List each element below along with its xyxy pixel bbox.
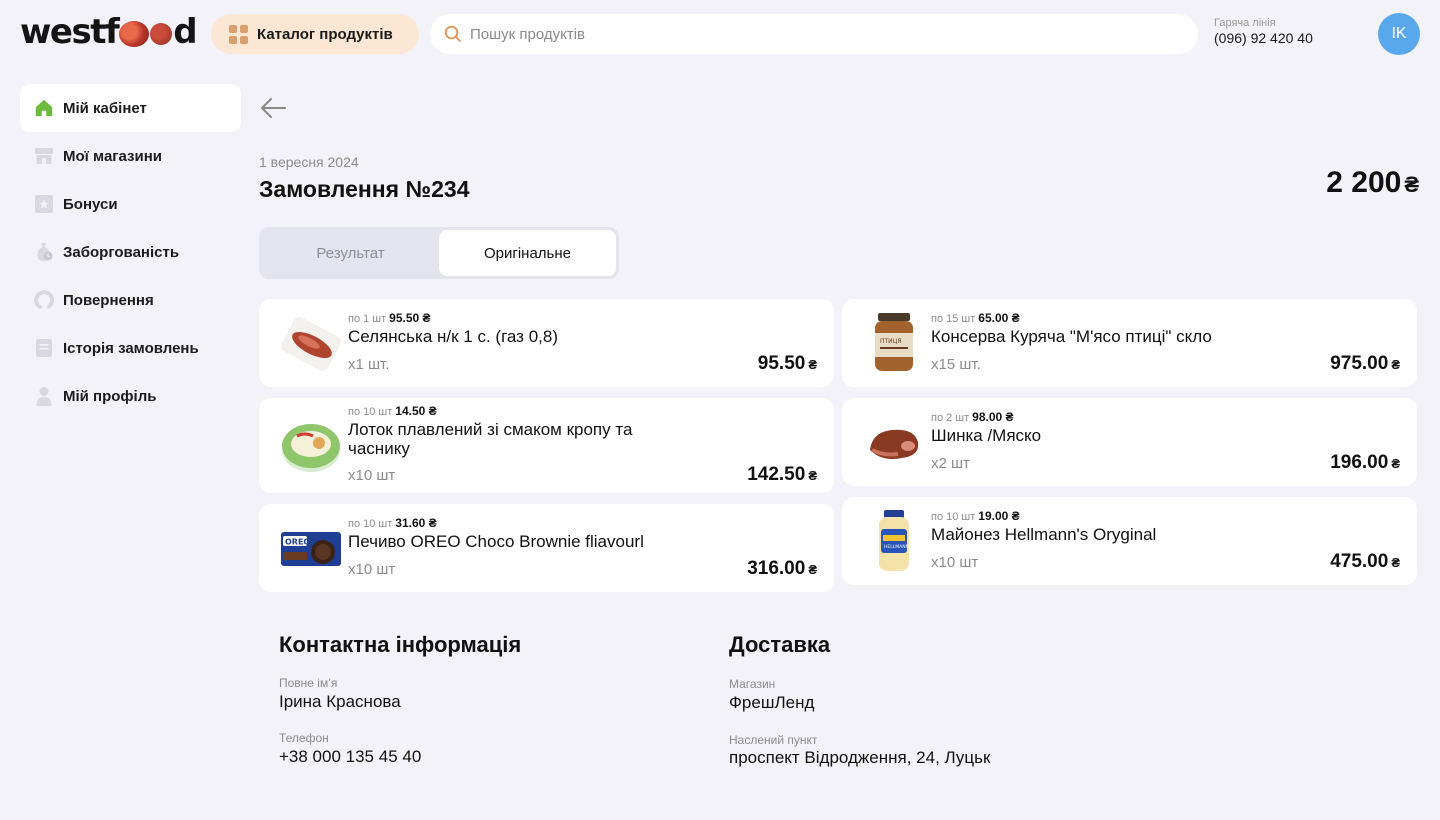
contact-section-title: Контактна інформація (279, 632, 522, 657)
sidebar-item-cabinet[interactable]: Мій кабінет (20, 84, 241, 132)
sidebar-item-label: Мій профіль (63, 387, 157, 405)
sidebar-item-profile[interactable]: Мій профіль (20, 372, 241, 420)
item-quantity: x1 шт. (348, 356, 390, 373)
logo-meat-icon (119, 21, 150, 47)
item-unit-price: по 2 шт 98.00 ₴ (931, 410, 1014, 424)
bonus-icon (34, 194, 54, 214)
mayo-image: HELLMANN'S (862, 509, 926, 573)
tab-result[interactable]: Результат (262, 230, 439, 276)
tab-original[interactable]: Оригінальне (439, 230, 616, 276)
svg-text:OREO: OREO (285, 538, 310, 547)
search-input[interactable] (470, 25, 1170, 43)
store-icon (34, 146, 54, 166)
item-quantity: x2 шт (931, 455, 970, 472)
item-total-price: 475.00 ₴ (1330, 551, 1400, 572)
svg-text:HELLMANN'S: HELLMANN'S (884, 544, 913, 550)
item-name: Селянська н/к 1 с. (газ 0,8) (348, 327, 558, 346)
order-item-card[interactable]: OREO по 10 шт 31.60 ₴ Печиво OREO Choco B… (259, 504, 834, 592)
order-date: 1 вересня 2024 (259, 154, 359, 170)
order-item-card[interactable]: HELLMANN'S по 10 шт 19.00 ₴ Майонез Hellm… (842, 497, 1417, 585)
avatar[interactable]: IK (1378, 13, 1420, 55)
item-name: Печиво OREO Choco Brownie fliavourl (348, 532, 644, 551)
sidebar-item-debt[interactable]: Заборгованість (20, 228, 241, 276)
item-total-price: 196.00 ₴ (1330, 452, 1400, 473)
sidebar-item-label: Повернення (63, 291, 154, 309)
sidebar-item-label: Історія замовлень (63, 339, 199, 357)
item-total-price: 316.00 ₴ (747, 558, 817, 579)
order-item-card[interactable]: ПТИЦЯ по 15 шт 65.00 ₴ Консерва Куряча "М… (842, 299, 1417, 387)
phone-value: +38 000 135 45 40 (279, 747, 422, 766)
sidebar-item-label: Бонуси (63, 195, 118, 213)
item-name: Лоток плавлений зі смаком кропу та часни… (348, 420, 633, 458)
hotline-label: Гаряча лінія (1214, 17, 1276, 29)
logo-text-right: d (173, 12, 197, 52)
order-total-currency: ₴ (1404, 172, 1419, 197)
cheese-image (279, 414, 343, 478)
order-total: 2 200 ₴ (1326, 166, 1419, 200)
hotline: Гаряча лінія (096) 92 420 40 (1214, 17, 1313, 46)
profile-icon (34, 386, 54, 406)
search-bar[interactable] (430, 14, 1198, 54)
locality-label: Наслений пункт (729, 733, 818, 747)
hotline-number[interactable]: (096) 92 420 40 (1214, 30, 1313, 46)
search-icon (444, 25, 461, 42)
svg-text:ПТИЦЯ: ПТИЦЯ (880, 338, 902, 345)
back-arrow-icon[interactable] (259, 96, 287, 120)
catalog-button-label: Каталог продуктів (257, 25, 393, 43)
store-label: Магазин (729, 677, 776, 691)
order-item-card[interactable]: по 1 шт 95.50 ₴ Селянська н/к 1 с. (газ 0… (259, 299, 834, 387)
order-item-card[interactable]: по 2 шт 98.00 ₴ Шинка /Мяско x2 шт 196.00… (842, 398, 1417, 486)
item-total-price: 95.50 ₴ (757, 353, 817, 374)
item-unit-price: по 15 шт 65.00 ₴ (931, 311, 1020, 325)
full-name-value: Ірина Краснова (279, 692, 401, 711)
item-total-price: 975.00 ₴ (1330, 353, 1400, 374)
order-view-toggle: Результат Оригінальне (259, 227, 619, 279)
item-quantity: x15 шт. (931, 356, 981, 373)
history-icon (34, 338, 54, 358)
item-name: Майонез Hellmann's Oryginal (931, 525, 1157, 544)
return-icon (34, 290, 54, 310)
item-total-price: 142.50 ₴ (747, 464, 817, 485)
store-value: ФрешЛенд (729, 693, 815, 712)
item-unit-price: по 10 шт 19.00 ₴ (931, 509, 1020, 523)
sidebar: Мій кабінет Мої магазини Бонуси Заборгов… (20, 84, 241, 420)
oreo-image: OREO (279, 516, 343, 580)
locality-value: проспект Відродження, 24, Луцьк (729, 748, 991, 767)
phone-label: Телефон (279, 731, 329, 745)
item-quantity: x10 шт (931, 554, 979, 571)
sidebar-item-stores[interactable]: Мої магазини (20, 132, 241, 180)
item-name: Шинка /Мяско (931, 426, 1042, 445)
westfood-logo[interactable]: westf d (20, 12, 198, 52)
catalog-grid-icon (229, 24, 248, 44)
item-unit-price: по 10 шт 14.50 ₴ (348, 404, 437, 418)
sidebar-item-label: Заборгованість (63, 243, 180, 261)
item-name: Консерва Куряча "М'ясо птиці" скло (931, 327, 1212, 346)
sidebar-item-bonuses[interactable]: Бонуси (20, 180, 241, 228)
sidebar-item-label: Мої магазини (63, 147, 163, 165)
sidebar-item-returns[interactable]: Повернення (20, 276, 241, 324)
logo-text-left: westf (20, 12, 120, 52)
item-unit-price: по 1 шт 95.50 ₴ (348, 311, 431, 325)
item-quantity: x10 шт (348, 561, 396, 578)
item-unit-price: по 10 шт 31.60 ₴ (348, 516, 437, 530)
jar-image: ПТИЦЯ (862, 311, 926, 375)
full-name-label: Повне ім’я (279, 676, 338, 690)
ham-image (862, 410, 926, 474)
logo-meat-icon-2 (150, 23, 173, 45)
item-quantity: x10 шт (348, 467, 396, 484)
catalog-button[interactable]: Каталог продуктів (211, 14, 419, 54)
order-total-value: 2 200 (1326, 166, 1402, 199)
debt-icon (34, 242, 54, 262)
order-item-card[interactable]: по 10 шт 14.50 ₴ Лоток плавлений зі смако… (259, 398, 834, 493)
order-title: Замовлення №234 (259, 176, 470, 202)
delivery-section-title: Доставка (729, 632, 831, 657)
sidebar-item-history[interactable]: Історія замовлень (20, 324, 241, 372)
sausage-image (279, 311, 343, 375)
home-icon (34, 98, 54, 118)
sidebar-item-label: Мій кабінет (63, 99, 147, 117)
